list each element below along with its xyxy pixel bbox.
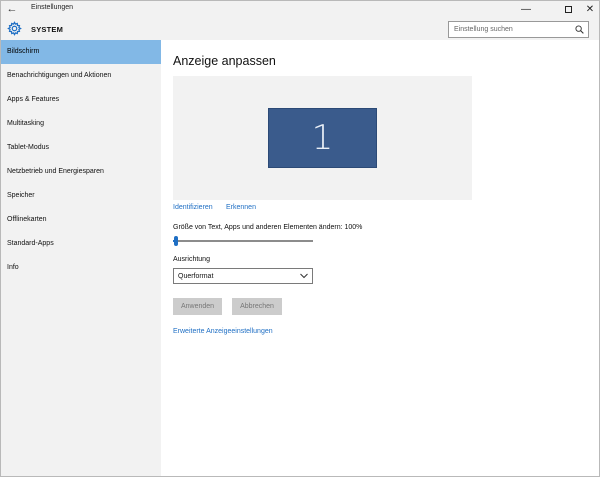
scale-slider[interactable] [173,236,313,246]
detect-link[interactable]: Erkennen [226,204,256,211]
orientation-dropdown[interactable]: Querformat [173,268,313,284]
settings-header: SYSTEM Einstellung suchen [1,18,599,40]
slider-thumb[interactable] [174,236,178,246]
maximize-icon [564,5,572,13]
sidebar-item-bildschirm[interactable]: Bildschirm [1,40,161,64]
sidebar-item-tablet-modus[interactable]: Tablet-Modus [1,136,161,160]
orientation-value: Querformat [178,273,214,280]
search-placeholder: Einstellung suchen [454,26,513,33]
maximize-button[interactable] [557,1,579,18]
sidebar-item-speicher[interactable]: Speicher [1,184,161,208]
sidebar-item-benachrichtigungen[interactable]: Benachrichtigungen und Aktionen [1,64,161,88]
search-input[interactable]: Einstellung suchen [448,21,589,38]
settings-window: ← Einstellungen — ✕ SYSTEM Einstellung s… [0,0,600,477]
window-title: Einstellungen [31,4,74,11]
display-arrangement-area: 1 [173,76,472,200]
sidebar-item-offlinekarten[interactable]: Offlinekarten [1,208,161,232]
sidebar-item-standard-apps[interactable]: Standard-Apps [1,232,161,256]
sidebar: Bildschirm Benachrichtigungen und Aktion… [1,40,161,476]
page-title: Anzeige anpassen [173,54,276,68]
scale-label: Größe von Text, Apps und anderen Element… [173,224,363,231]
section-title: SYSTEM [31,25,64,34]
gear-icon [7,21,22,36]
sidebar-item-apps-features[interactable]: Apps & Features [1,88,161,112]
cancel-button[interactable]: Abbrechen [232,298,282,315]
identify-link[interactable]: Identifizieren [173,204,213,211]
monitor-number: 1 [311,118,334,158]
sidebar-item-info[interactable]: Info [1,256,161,280]
sidebar-item-netzbetrieb[interactable]: Netzbetrieb und Energiesparen [1,160,161,184]
monitor-tile[interactable]: 1 [268,108,377,168]
chevron-down-icon [300,273,308,279]
sidebar-item-multitasking[interactable]: Multitasking [1,112,161,136]
title-bar: ← Einstellungen — ✕ [1,1,599,18]
main-content: Anzeige anpassen 1 Identifizieren Erkenn… [161,40,599,476]
close-button[interactable]: ✕ [579,1,600,18]
advanced-display-settings-link[interactable]: Erweiterte Anzeigeeinstellungen [173,328,273,335]
apply-button[interactable]: Anwenden [173,298,222,315]
orientation-label: Ausrichtung [173,256,210,263]
search-icon[interactable] [575,25,584,34]
back-button[interactable]: ← [5,2,19,16]
slider-track [173,240,313,242]
minimize-button[interactable]: — [515,1,537,18]
